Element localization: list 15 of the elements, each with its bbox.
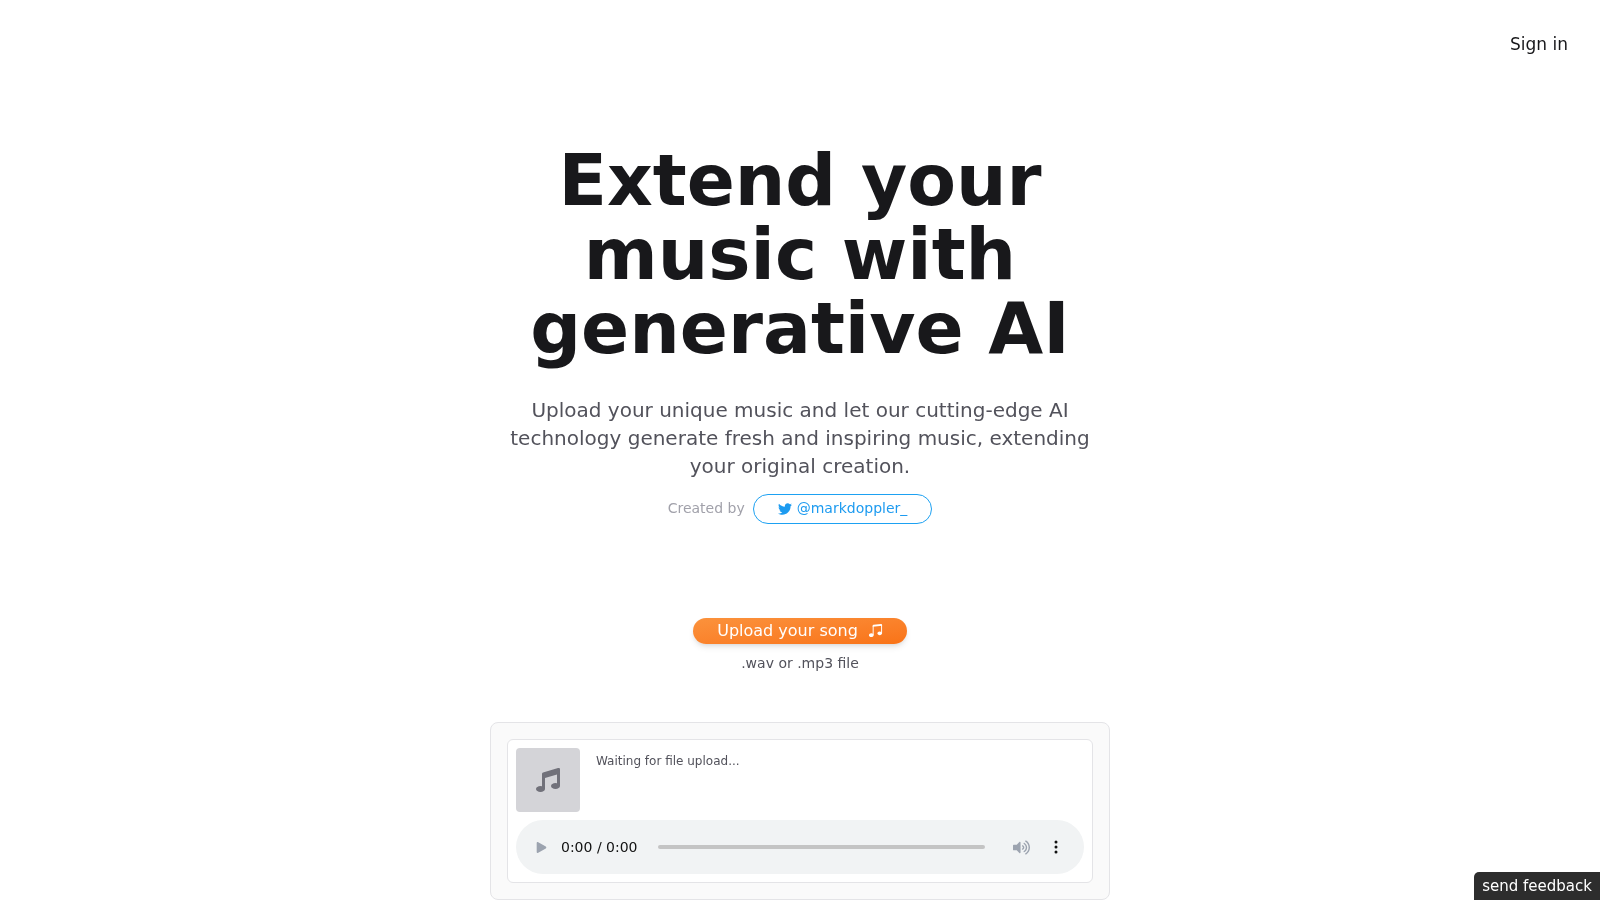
bird-icon — [777, 501, 792, 516]
music-note-icon — [867, 623, 883, 639]
progress-track[interactable] — [657, 845, 985, 849]
file-type-hint: .wav or .mp3 file — [741, 654, 859, 673]
hero-title: Extend your music with generative AI — [529, 143, 1071, 372]
created-by-label: Created by — [667, 499, 745, 518]
sign-in-link[interactable]: Sign in — [1510, 32, 1568, 58]
music-note-icon — [536, 768, 560, 792]
upload-status-text: Waiting for file upload... — [596, 753, 740, 770]
hero-subtitle: Upload your unique music and let our cutting-edge AI technology generate fresh and inspiring music, extending your original creation. — [509, 396, 1091, 480]
send-feedback-button[interactable]: send feedback — [1474, 872, 1600, 900]
audio-player[interactable]: 0:00 / 0:00 — [516, 820, 1084, 874]
volume-icon[interactable] — [1013, 838, 1030, 856]
play-icon[interactable] — [536, 841, 547, 853]
playback-time: 0:00 / 0:00 — [561, 837, 638, 857]
